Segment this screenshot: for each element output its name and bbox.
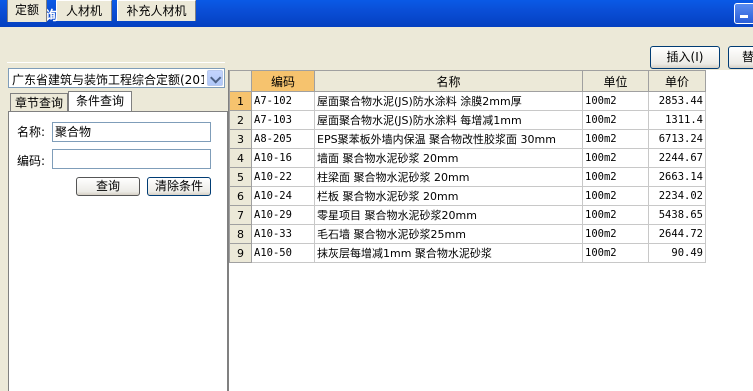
chevron-down-icon[interactable] <box>207 70 223 86</box>
row-number: 2 <box>229 110 252 130</box>
row-number: 3 <box>229 129 252 149</box>
tab-quota[interactable]: 定额 <box>7 0 47 22</box>
insert-button[interactable]: 插入(I) <box>650 46 720 69</box>
cell-unit: 100m2 <box>582 224 649 244</box>
quota-library-select[interactable]: 广东省建筑与装饰工程综合定额(201 <box>8 68 225 88</box>
minimize-button[interactable] <box>734 3 753 24</box>
cell-unit: 100m2 <box>582 91 649 111</box>
row-number: 6 <box>229 186 252 206</box>
table-row[interactable]: 7 A10-29 零星项目 聚合物水泥砂浆20mm 100m2 5438.65 <box>229 205 706 225</box>
cell-unit: 100m2 <box>582 110 649 130</box>
cell-code: A10-22 <box>251 167 315 187</box>
cell-price: 1311.4 <box>648 110 706 130</box>
cell-name: 毛石墙 聚合物水泥砂浆25mm <box>314 224 583 244</box>
cell-code: A10-33 <box>251 224 315 244</box>
table-row[interactable]: 1 A7-102 屋面聚合物水泥(JS)防水涂料 涂膜2mm厚 100m2 2853.4… <box>229 91 706 111</box>
cell-name: 栏板 聚合物水泥砂浆 20mm <box>314 186 583 206</box>
row-number: 8 <box>229 224 252 244</box>
results-grid[interactable]: 编码 名称 单位 单价 1 A7-102 屋面聚合物水泥(JS)防水涂料 涂膜2mm… <box>228 70 753 391</box>
clear-conditions-button[interactable]: 清除条件 <box>147 177 211 196</box>
cell-code: A7-103 <box>251 110 315 130</box>
table-row[interactable]: 4 A10-16 墙面 聚合物水泥砂浆 20mm 100m2 2244.67 <box>229 148 706 168</box>
row-number-header <box>229 70 252 92</box>
row-number: 1 <box>229 91 252 111</box>
column-header-price[interactable]: 单价 <box>648 70 706 92</box>
row-number: 9 <box>229 243 252 263</box>
table-row[interactable]: 3 A8-205 EPS聚苯板外墙内保温 聚合物改性胶浆面 30mm 100m2 671… <box>229 129 706 149</box>
tab-chapter-query[interactable]: 章节查询 <box>10 93 68 112</box>
cell-code: A10-50 <box>251 243 315 263</box>
cell-price: 90.49 <box>648 243 706 263</box>
cell-price: 2244.67 <box>648 148 706 168</box>
table-row[interactable]: 2 A7-103 屋面聚合物水泥(JS)防水涂料 每增减1mm 100m2 1311.4 <box>229 110 706 130</box>
table-row[interactable]: 5 A10-22 柱梁面 聚合物水泥砂浆 20mm 100m2 2663.14 <box>229 167 706 187</box>
cell-price: 2663.14 <box>648 167 706 187</box>
cell-name: 零星项目 聚合物水泥砂浆20mm <box>314 205 583 225</box>
cell-unit: 100m2 <box>582 186 649 206</box>
cell-name: 屋面聚合物水泥(JS)防水涂料 每增减1mm <box>314 110 583 130</box>
column-header-unit[interactable]: 单位 <box>582 70 649 92</box>
cell-code: A7-102 <box>251 91 315 111</box>
title-bar: 查询 <box>0 0 753 27</box>
tab-labor-material-machine[interactable]: 人材机 <box>56 0 112 21</box>
tab-supplement-material[interactable]: 补充人材机 <box>117 0 196 21</box>
cell-unit: 100m2 <box>582 205 649 225</box>
tab-divider <box>7 62 225 63</box>
cell-code: A10-16 <box>251 148 315 168</box>
results-table: 编码 名称 单位 单价 1 A7-102 屋面聚合物水泥(JS)防水涂料 涂膜2mm… <box>229 70 706 263</box>
cell-price: 2853.44 <box>648 91 706 111</box>
cell-code: A8-205 <box>251 129 315 149</box>
cell-name: 屋面聚合物水泥(JS)防水涂料 涂膜2mm厚 <box>314 91 583 111</box>
row-number: 5 <box>229 167 252 187</box>
table-row[interactable]: 9 A10-50 抹灰层每增减1mm 聚合物水泥砂浆 100m2 90.49 <box>229 243 706 263</box>
cell-price: 2234.02 <box>648 186 706 206</box>
cell-name: 柱梁面 聚合物水泥砂浆 20mm <box>314 167 583 187</box>
cell-code: A10-24 <box>251 186 315 206</box>
code-input[interactable] <box>52 149 211 169</box>
quota-library-value: 广东省建筑与装饰工程综合定额(201 <box>12 73 204 87</box>
replace-button[interactable]: 替 <box>728 46 753 69</box>
cell-name: EPS聚苯板外墙内保温 聚合物改性胶浆面 30mm <box>314 129 583 149</box>
cell-name: 墙面 聚合物水泥砂浆 20mm <box>314 148 583 168</box>
name-label: 名称: <box>17 125 46 139</box>
cell-price: 5438.65 <box>648 205 706 225</box>
cell-unit: 100m2 <box>582 129 649 149</box>
cell-price: 2644.72 <box>648 224 706 244</box>
column-header-name[interactable]: 名称 <box>314 70 583 92</box>
cell-code: A10-29 <box>251 205 315 225</box>
cell-unit: 100m2 <box>582 148 649 168</box>
column-header-code[interactable]: 编码 <box>251 70 315 92</box>
table-row[interactable]: 8 A10-33 毛石墙 聚合物水泥砂浆25mm 100m2 2644.72 <box>229 224 706 244</box>
table-row[interactable]: 6 A10-24 栏板 聚合物水泥砂浆 20mm 100m2 2234.02 <box>229 186 706 206</box>
query-button[interactable]: 查询 <box>76 177 140 196</box>
row-number: 7 <box>229 205 252 225</box>
cell-name: 抹灰层每增减1mm 聚合物水泥砂浆 <box>314 243 583 263</box>
name-input[interactable]: 聚合物 <box>52 122 211 142</box>
cell-unit: 100m2 <box>582 167 649 187</box>
tab-condition-query[interactable]: 条件查询 <box>68 91 132 112</box>
row-number: 4 <box>229 148 252 168</box>
cell-price: 6713.24 <box>648 129 706 149</box>
code-label: 编码: <box>17 154 46 168</box>
cell-unit: 100m2 <box>582 243 649 263</box>
